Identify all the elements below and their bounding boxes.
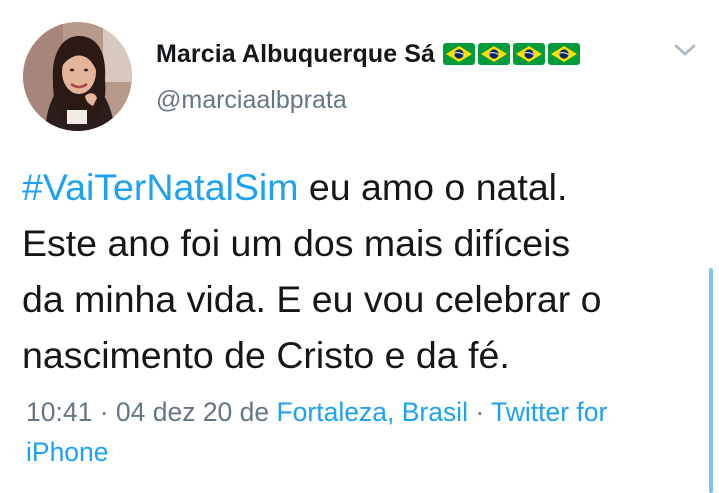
tweet-card: Marcia Albuquerque Sá @marciaalbprata #V… xyxy=(0,0,719,493)
from-word: de xyxy=(232,397,277,427)
brazil-flag-icon xyxy=(443,43,476,65)
brazil-flag-icon xyxy=(548,43,581,65)
location-link[interactable]: Fortaleza, Brasil xyxy=(277,397,468,427)
tweet-metadata: 10:41 · 04 dez 20 de Fortaleza, Brasil ·… xyxy=(26,392,706,472)
author-row: Marcia Albuquerque Sá xyxy=(156,36,581,72)
chevron-down-icon[interactable] xyxy=(672,40,698,60)
source-link[interactable]: Twitter for xyxy=(491,397,607,427)
tweet-time: 10:41 xyxy=(26,397,93,427)
avatar-image xyxy=(23,22,132,131)
brazil-flag-icon xyxy=(513,43,546,65)
display-name[interactable]: Marcia Albuquerque Sá xyxy=(156,40,435,69)
tweet-line-3: da minha vida. E eu vou celebrar o xyxy=(22,278,602,320)
separator: · xyxy=(467,397,492,427)
tweet-line-2: Este ano foi um dos mais difíceis xyxy=(22,222,571,264)
brazil-flag-icon xyxy=(478,43,511,65)
tweet-date: 04 dez 20 xyxy=(115,397,233,427)
hashtag-link[interactable]: #VaiTerNatalSim xyxy=(22,166,299,208)
separator: · xyxy=(92,397,116,427)
tweet-text-segment: eu amo o natal. xyxy=(298,166,568,208)
tweet-text: #VaiTerNatalSim eu amo o natal. Este ano… xyxy=(22,159,712,383)
source-link-continued[interactable]: iPhone xyxy=(26,437,109,467)
tweet-line-4: nascimento de Cristo e da fé. xyxy=(22,334,510,376)
flag-emojis xyxy=(443,43,581,65)
metadata-line-2: iPhone xyxy=(26,432,706,472)
avatar[interactable] xyxy=(23,22,132,131)
metadata-line-1: 10:41 · 04 dez 20 de Fortaleza, Brasil ·… xyxy=(26,392,706,432)
user-handle[interactable]: @marciaalbprata xyxy=(156,86,347,115)
scrollbar[interactable] xyxy=(709,268,713,493)
tweet-line-1: #VaiTerNatalSim eu amo o natal. xyxy=(22,159,712,215)
